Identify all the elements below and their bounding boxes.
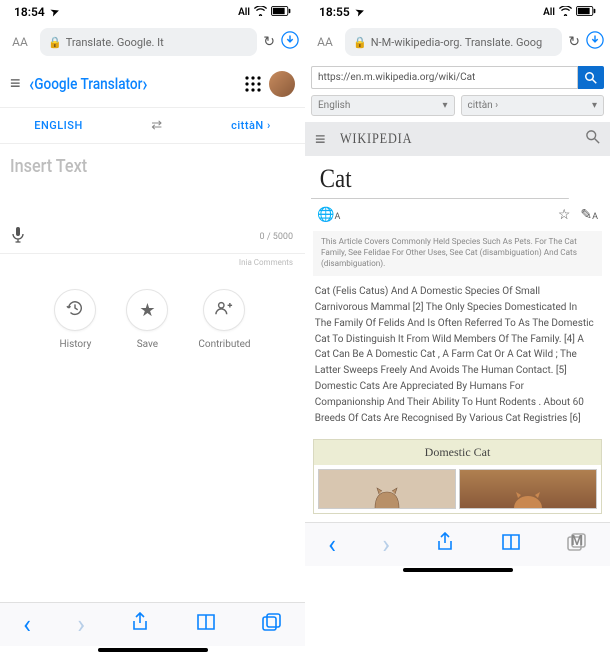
forward-button[interactable]: › — [77, 610, 85, 640]
bookmarks-button[interactable] — [501, 533, 521, 556]
refresh-button[interactable]: ↻ — [568, 34, 580, 50]
status-bar: 18:54 ➤ All — [0, 0, 305, 24]
tabs-button[interactable] — [262, 613, 282, 636]
phone-right: 18:55 ➤ All AA 🔒 N-M-wikipedia-org. Tran… — [305, 0, 610, 658]
app-header: ≡ ‹Google Translator› — [0, 60, 305, 108]
article-title: Cat — [311, 156, 569, 199]
tabs-button[interactable]: M — [567, 533, 587, 556]
infobox-title: Domestic Cat — [314, 440, 601, 465]
refresh-button[interactable]: ↻ — [263, 34, 275, 50]
wikipedia-logo-text[interactable]: WikipediA — [340, 131, 531, 148]
download-button[interactable] — [281, 31, 299, 53]
back-button[interactable]: ‹ — [328, 530, 336, 560]
cat-image-2[interactable] — [459, 469, 597, 509]
source-lang-select[interactable]: English▾ — [311, 95, 455, 116]
infobox: Domestic Cat — [313, 439, 602, 514]
history-label: History — [60, 339, 92, 350]
location-icon: ➤ — [49, 5, 61, 18]
char-count: 0 / 5000 — [260, 232, 293, 242]
microphone-button[interactable] — [12, 227, 24, 247]
watch-star-icon[interactable]: ☆ — [558, 207, 571, 223]
share-button[interactable] — [436, 532, 454, 557]
swap-languages-button[interactable]: ⇄ — [151, 118, 162, 133]
translate-go-button[interactable] — [578, 66, 604, 89]
battery-icon — [576, 6, 596, 19]
text-size-button[interactable]: AA — [311, 35, 339, 49]
lock-icon: 🔒 — [48, 36, 62, 49]
people-icon — [215, 299, 233, 322]
home-indicator[interactable] — [403, 568, 513, 572]
url-field[interactable]: 🔒 Translate. Google. It — [40, 28, 257, 56]
address-bar: AA 🔒 N-M-wikipedia-org. Translate. Goog … — [305, 24, 610, 60]
browser-bottom-nav: ‹ › — [0, 602, 305, 646]
location-icon: ➤ — [354, 5, 366, 18]
text-size-button[interactable]: AA — [6, 35, 34, 49]
hatnote: This Article Covers Commonly Held Specie… — [313, 231, 602, 276]
history-icon — [66, 299, 84, 322]
url-field[interactable]: 🔒 N-M-wikipedia-org. Translate. Goog — [345, 28, 562, 56]
article-body: Cat (Felis Catus) And A Domestic Species… — [305, 280, 604, 430]
apps-grid-icon[interactable] — [245, 76, 261, 92]
star-icon: ★ — [139, 300, 155, 321]
avatar[interactable] — [269, 71, 295, 97]
url-text: Translate. Google. It — [66, 36, 164, 49]
wifi-icon — [254, 6, 267, 19]
cat-image-1[interactable] — [318, 469, 456, 509]
browser-bottom-nav: ‹ › M — [305, 522, 610, 566]
contributed-label: Contributed — [198, 339, 250, 350]
bookmarks-button[interactable] — [196, 613, 216, 636]
status-time: 18:55 — [319, 5, 350, 19]
translate-url-input[interactable]: https://en.m.wikipedia.org/wiki/Cat — [311, 66, 578, 89]
edit-icon[interactable]: ✎A — [580, 207, 598, 223]
status-network-text: All — [543, 7, 555, 18]
language-row: ENGLISH ⇄ cittàN › — [0, 108, 305, 144]
infobox-images — [314, 465, 601, 513]
phone-left: 18:54 ➤ All AA 🔒 Translate. Google. It ↻… — [0, 0, 305, 658]
contributed-button[interactable]: Contributed — [198, 289, 250, 350]
wikipedia-header: ≡ WikipediA — [305, 122, 610, 156]
target-lang-select[interactable]: cittàn ›▾ — [461, 95, 605, 116]
article-tools: 🌐A ☆ ✎A — [305, 203, 610, 227]
save-label: Save — [137, 339, 158, 350]
app-title: ‹Google Translator› — [29, 72, 206, 96]
home-indicator[interactable] — [98, 648, 208, 652]
translate-lang-selects: English▾ cittàn ›▾ — [305, 95, 610, 122]
input-toolbar: 0 / 5000 — [0, 177, 305, 254]
wiki-search-button[interactable] — [586, 130, 600, 148]
address-bar: AA 🔒 Translate. Google. It ↻ — [0, 24, 305, 60]
target-lang-button[interactable]: cittàN › — [231, 119, 271, 132]
back-button[interactable]: ‹ — [23, 610, 31, 640]
wifi-icon — [559, 6, 572, 19]
input-placeholder: Insert Text — [10, 156, 267, 177]
translate-icon[interactable]: 🌐A — [317, 207, 340, 223]
status-network-text: All — [238, 7, 250, 18]
download-button[interactable] — [586, 31, 604, 53]
share-button[interactable] — [131, 612, 149, 637]
chevron-down-icon: ▾ — [442, 100, 447, 111]
translate-url-bar: https://en.m.wikipedia.org/wiki/Cat — [305, 60, 610, 95]
status-time: 18:54 — [14, 5, 45, 19]
status-bar: 18:55 ➤ All — [305, 0, 610, 24]
url-text: N-M-wikipedia-org. Translate. Goog — [371, 36, 542, 49]
quick-actions: History ★ Save Contributed — [0, 271, 305, 368]
lock-icon: 🔒 — [353, 36, 367, 49]
battery-icon — [271, 6, 291, 19]
source-lang-button[interactable]: ENGLISH — [34, 119, 83, 132]
save-button[interactable]: ★ Save — [126, 289, 168, 350]
chevron-down-icon: ▾ — [592, 100, 597, 111]
forward-button[interactable]: › — [382, 530, 390, 560]
text-input-area[interactable]: Insert Text — [0, 144, 305, 177]
history-button[interactable]: History — [54, 289, 96, 350]
hamburger-menu-icon[interactable]: ≡ — [10, 73, 21, 94]
hamburger-menu-icon[interactable]: ≡ — [315, 129, 326, 150]
comments-link[interactable]: Inia Comments — [0, 254, 305, 271]
